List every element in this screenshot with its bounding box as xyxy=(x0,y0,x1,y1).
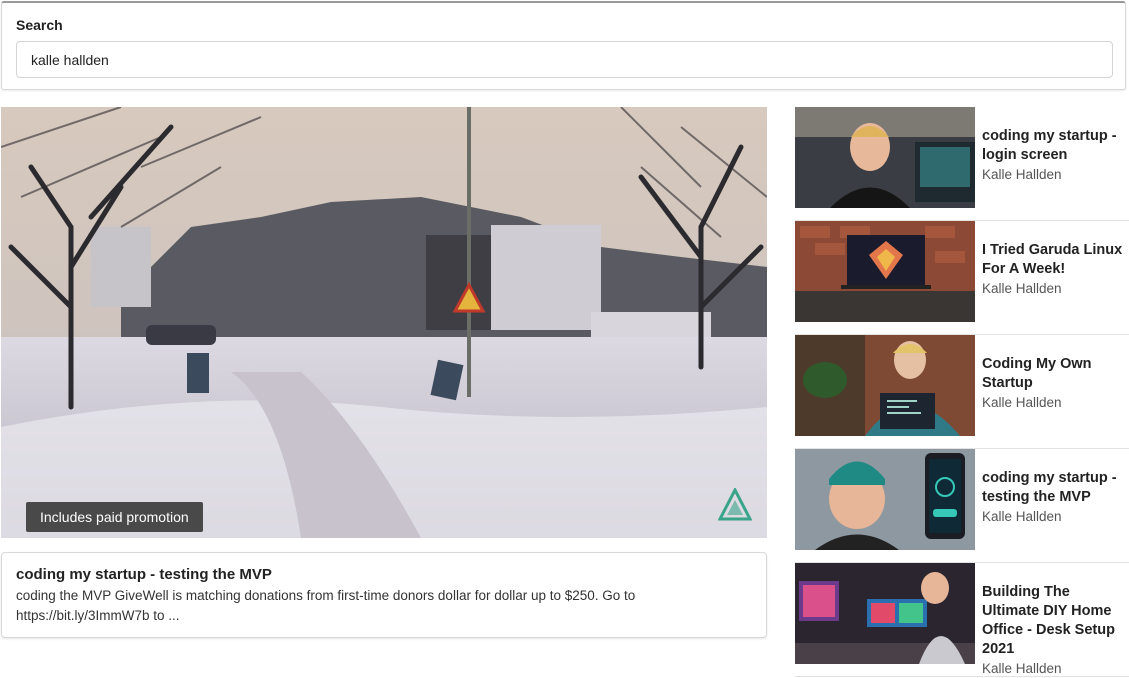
video-thumbnail[interactable] xyxy=(795,221,975,322)
result-channel[interactable]: Kalle Hallden xyxy=(982,507,1129,526)
video-frame xyxy=(1,107,767,538)
result-channel[interactable]: Kalle Hallden xyxy=(982,659,1129,678)
result-item[interactable]: coding my startup - testing the MVP Kall… xyxy=(795,449,1129,563)
channel-watermark-icon[interactable] xyxy=(718,488,752,522)
result-title[interactable]: Building The Ultimate DIY Home Office - … xyxy=(982,583,1129,659)
video-thumbnail[interactable] xyxy=(795,563,975,664)
video-thumbnail[interactable] xyxy=(795,449,975,550)
video-thumbnail[interactable] xyxy=(795,335,975,436)
search-input[interactable] xyxy=(16,41,1113,78)
search-panel: Search xyxy=(1,1,1126,90)
video-title: coding my startup - testing the MVP xyxy=(16,566,272,583)
result-item[interactable]: I Tried Garuda Linux For A Week! Kalle H… xyxy=(795,221,1129,335)
results-list: coding my startup - login screen Kalle H… xyxy=(795,107,1129,677)
search-label: Search xyxy=(16,17,63,33)
result-title[interactable]: coding my startup - login screen xyxy=(982,127,1129,165)
result-channel[interactable]: Kalle Hallden xyxy=(982,279,1129,298)
result-title[interactable]: I Tried Garuda Linux For A Week! xyxy=(982,241,1129,279)
result-channel[interactable]: Kalle Hallden xyxy=(982,393,1129,412)
result-channel[interactable]: Kalle Hallden xyxy=(982,165,1129,184)
video-player[interactable] xyxy=(1,107,767,538)
result-item[interactable]: Building The Ultimate DIY Home Office - … xyxy=(795,563,1129,677)
result-title[interactable]: coding my startup - testing the MVP xyxy=(982,469,1129,507)
result-item[interactable]: Coding My Own Startup Kalle Hallden xyxy=(795,335,1129,449)
result-title[interactable]: Coding My Own Startup xyxy=(982,355,1129,393)
video-thumbnail[interactable] xyxy=(795,107,975,208)
video-details-card: coding my startup - testing the MVP codi… xyxy=(1,552,767,638)
video-description: coding the MVP GiveWell is matching dona… xyxy=(16,588,636,623)
result-item[interactable]: coding my startup - login screen Kalle H… xyxy=(795,107,1129,221)
paid-promotion-badge: Includes paid promotion xyxy=(26,502,203,532)
